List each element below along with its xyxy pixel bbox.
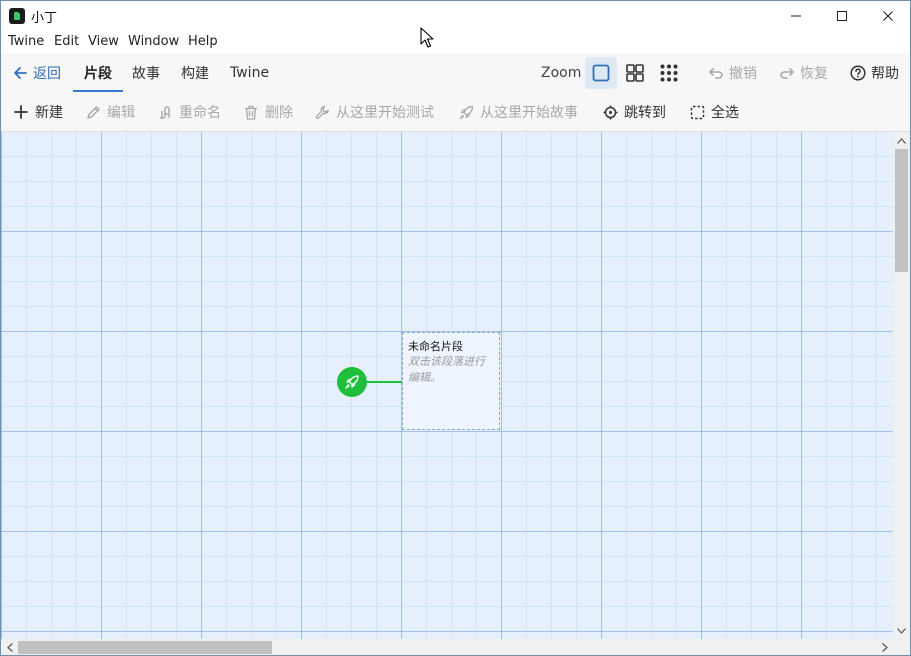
rocket-icon (345, 375, 359, 389)
horizontal-scrollbar[interactable] (1, 639, 893, 655)
active-tab-indicator (73, 90, 123, 92)
test-from-here-button[interactable]: 从这里开始测试 (314, 93, 434, 131)
test-from-here-label: 从这里开始测试 (336, 105, 434, 121)
vertical-scroll-thumb[interactable] (895, 149, 908, 272)
app-window: 小丁 Twine Edit View Window Help 返回 片段 故事 (0, 0, 911, 656)
redo-label: 恢复 (800, 66, 828, 82)
redo-button[interactable]: 恢复 (779, 53, 828, 93)
select-all-button[interactable]: 全选 (689, 93, 739, 131)
title-bar: 小丁 (1, 1, 910, 31)
mouse-cursor-icon (420, 27, 434, 48)
passage-title: 未命名片段 (408, 340, 463, 353)
dashed-square-icon (690, 105, 704, 119)
start-story-here-label: 从这里开始故事 (480, 105, 578, 121)
arrow-left-icon (14, 67, 27, 79)
rocket-icon (459, 105, 473, 119)
top-nav-bar: 返回 片段 故事 构建 Twine Zoom 撤销 恢复 帮助 (1, 53, 910, 94)
minimize-icon (791, 15, 801, 17)
vertical-scrollbar[interactable] (893, 132, 910, 639)
go-to-label: 跳转到 (624, 105, 666, 121)
go-to-passage-button[interactable]: 跳转到 (602, 93, 666, 131)
undo-icon (709, 68, 723, 79)
scroll-down-arrow-icon[interactable] (893, 622, 910, 639)
maximize-button[interactable] (819, 1, 865, 31)
menu-window[interactable]: Window (128, 34, 179, 49)
tab-story[interactable]: 故事 (132, 53, 160, 93)
window-title: 小丁 (31, 11, 58, 26)
zoom-label: Zoom (541, 65, 582, 81)
undo-label: 撤销 (729, 66, 757, 82)
tab-build-label: 构建 (181, 66, 209, 82)
tab-passage[interactable]: 片段 (84, 53, 112, 93)
maximize-icon (837, 11, 847, 21)
help-button[interactable]: 帮助 (850, 53, 899, 93)
tab-passage-label: 片段 (84, 66, 112, 82)
back-label: 返回 (33, 66, 61, 82)
menu-bar: Twine Edit View Window Help (1, 31, 910, 53)
close-icon (883, 11, 893, 21)
zoom-60-button[interactable] (619, 57, 651, 89)
zoom-100-button[interactable] (585, 57, 617, 89)
scrollbar-corner (893, 639, 910, 655)
close-window-button[interactable] (865, 1, 910, 31)
wrench-icon (315, 105, 329, 119)
square-icon (592, 64, 610, 82)
rename-label: 重命名 (179, 105, 221, 121)
start-connector-line (367, 381, 402, 383)
menu-view[interactable]: View (88, 34, 119, 49)
story-map-canvas[interactable]: 未命名片段 双击该段落进行编辑。 (1, 132, 893, 639)
rename-icon (159, 105, 170, 119)
delete-label: 删除 (265, 105, 293, 121)
scroll-up-arrow-icon[interactable] (893, 132, 910, 149)
plus-icon (14, 105, 28, 119)
menu-edit[interactable]: Edit (54, 34, 79, 49)
undo-button[interactable]: 撤销 (708, 53, 757, 93)
scroll-left-arrow-icon[interactable] (1, 639, 18, 655)
select-all-label: 全选 (711, 105, 739, 121)
passage-excerpt: 双击该段落进行编辑。 (408, 355, 485, 384)
minimize-button[interactable] (773, 1, 819, 31)
start-story-here-button[interactable]: 从这里开始故事 (458, 93, 578, 131)
grid-2x2-icon (626, 64, 644, 82)
edit-label: 编辑 (107, 105, 135, 121)
grid-3x3-dots-icon (660, 64, 678, 82)
twine-app-icon (9, 8, 25, 24)
tab-story-label: 故事 (132, 66, 160, 82)
horizontal-scroll-thumb[interactable] (18, 641, 272, 654)
new-label: 新建 (35, 105, 63, 121)
edit-passage-button[interactable]: 编辑 (85, 93, 135, 131)
zoom-30-button[interactable] (653, 57, 685, 89)
tab-twine-label: Twine (230, 65, 270, 81)
tab-build[interactable]: 构建 (181, 53, 209, 93)
scroll-right-arrow-icon[interactable] (876, 639, 893, 655)
crosshair-icon (603, 105, 617, 119)
start-passage-marker (337, 367, 367, 397)
pencil-icon (86, 105, 100, 119)
delete-passage-button[interactable]: 删除 (243, 93, 293, 131)
passage-card[interactable]: 未命名片段 双击该段落进行编辑。 (402, 332, 500, 430)
redo-icon (780, 68, 794, 79)
help-icon (850, 65, 866, 81)
back-button[interactable]: 返回 (13, 53, 61, 93)
new-passage-button[interactable]: 新建 (13, 93, 63, 131)
passage-toolbar: 新建 编辑 重命名 删除 从这里开始测试 从这里开始故事 跳转到 全选 (1, 93, 910, 132)
trash-icon (245, 105, 257, 120)
menu-twine[interactable]: Twine (8, 34, 44, 49)
menu-help[interactable]: Help (188, 34, 218, 49)
help-label: 帮助 (871, 66, 899, 82)
tab-twine[interactable]: Twine (230, 53, 269, 93)
rename-passage-button[interactable]: 重命名 (157, 93, 221, 131)
